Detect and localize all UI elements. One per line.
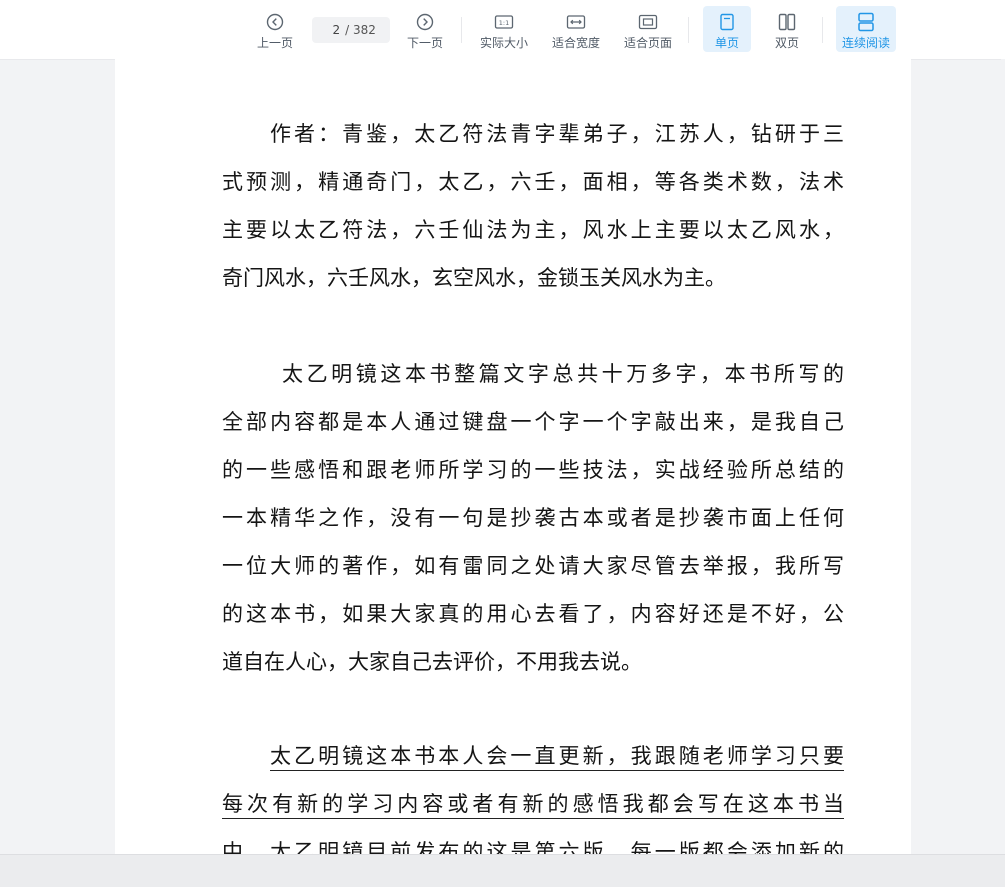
chevron-left-circle-icon	[266, 11, 284, 33]
text-line: 太乙明镜这本书整篇文字总共十万多字，本书所写的	[282, 362, 844, 386]
continuous-reading-label: 连续阅读	[841, 36, 890, 50]
text-line: 主要以太乙符法，六壬仙法为主，风水上主要以太乙风水，	[222, 218, 844, 242]
underlined-text-line: 每次有新的学习内容或者有新的感悟我都会写在这本书当	[222, 780, 844, 828]
continuous-reading-button[interactable]: 连续阅读	[836, 6, 896, 52]
document-page: 作者：青鉴，太乙符法青字辈弟子，江苏人，钻研于三 式预测，精通奇门，太乙，六壬，…	[115, 59, 911, 854]
text-line: 作者：青鉴，太乙符法青字辈弟子，江苏人，钻研于三	[270, 122, 844, 146]
vertical-scrollbar[interactable]	[1001, 59, 1005, 854]
chevron-right-circle-icon	[416, 11, 434, 33]
prev-page-label: 上一页	[256, 36, 293, 50]
fit-page-label: 适合页面	[623, 36, 672, 50]
page-total: / 382	[345, 23, 376, 37]
viewer-toolbar: 上一页 / 382 下一页 1:1 实际大小 适合宽度 适合页面 单页	[0, 0, 1005, 60]
paragraph-updates: 太乙明镜这本书本人会一直更新，我跟随老师学习只要 每次有新的学习内容或者有新的感…	[222, 732, 844, 854]
toolbar-divider	[688, 17, 689, 43]
single-page-label: 单页	[714, 36, 739, 50]
double-page-button[interactable]: 双页	[763, 6, 811, 52]
text-line: 的这本书，如果大家真的用心去看了，内容好还是不好，公	[222, 602, 844, 626]
svg-text:1:1: 1:1	[499, 19, 509, 27]
text-line: 的一些感悟和跟老师所学习的一些技法，实战经验所总结的	[222, 458, 844, 482]
underlined-text: 太乙明镜这本书本人会一直更新，我跟随老师学习只要	[270, 744, 844, 771]
continuous-reading-icon	[857, 11, 875, 33]
actual-size-icon: 1:1	[494, 11, 514, 33]
fit-width-icon	[566, 11, 586, 33]
next-page-label: 下一页	[406, 36, 443, 50]
fit-width-button[interactable]: 适合宽度	[549, 6, 603, 52]
paragraph-author: 作者：青鉴，太乙符法青字辈弟子，江苏人，钻研于三 式预测，精通奇门，太乙，六壬，…	[222, 110, 844, 302]
double-page-icon	[778, 11, 796, 33]
underlined-text: 每次有新的学习内容或者有新的感悟我都会写在这本书当	[222, 792, 844, 819]
fit-page-button[interactable]: 适合页面	[621, 6, 675, 52]
toolbar-divider	[461, 17, 462, 43]
prev-page-button[interactable]: 上一页	[252, 6, 298, 52]
fit-width-label: 适合宽度	[551, 36, 600, 50]
text-line: 道自在人心，大家自己去评价，不用我去说。	[222, 650, 642, 674]
text-line: 中，太乙明镜目前发布的这是第六版，每一版都会添加新的	[222, 840, 844, 854]
single-page-button[interactable]: 单页	[703, 6, 751, 52]
underlined-text-line: 太乙明镜这本书本人会一直更新，我跟随老师学习只要	[222, 732, 844, 780]
text-line: 奇门风水，六壬风水，玄空风水，金锁玉关风水为主。	[222, 266, 726, 290]
toolbar-divider	[822, 17, 823, 43]
text-line: 一位大师的著作，如有雷同之处请大家尽管去举报，我所写	[222, 554, 844, 578]
fit-page-icon	[638, 11, 658, 33]
actual-size-label: 实际大小	[479, 36, 528, 50]
horizontal-scrollbar[interactable]	[0, 854, 1005, 887]
paragraph-book-intro: 太乙明镜这本书整篇文字总共十万多字，本书所写的 全部内容都是本人通过键盘一个字一…	[222, 350, 844, 686]
actual-size-button[interactable]: 1:1 实际大小	[477, 6, 531, 52]
text-line: 一本精华之作，没有一句是抄袭古本或者是抄袭市面上任何	[222, 506, 844, 530]
page-number-input[interactable]	[326, 23, 341, 37]
text-line: 全部内容都是本人通过键盘一个字一个字敲出来，是我自己	[222, 410, 844, 434]
double-page-label: 双页	[774, 36, 799, 50]
text-line: 式预测，精通奇门，太乙，六壬，面相，等各类术数，法术	[222, 170, 844, 194]
single-page-icon	[719, 11, 735, 33]
next-page-button[interactable]: 下一页	[402, 6, 448, 52]
page-indicator: / 382	[312, 17, 390, 43]
